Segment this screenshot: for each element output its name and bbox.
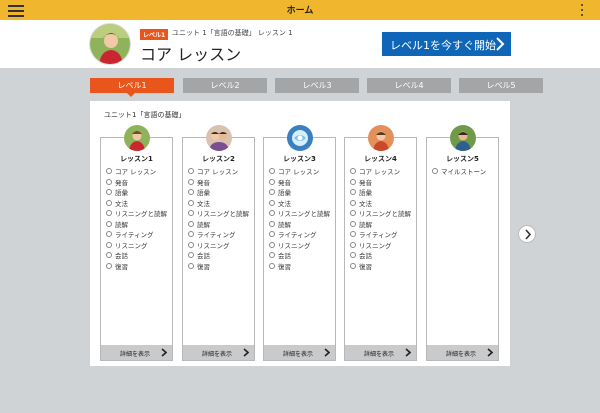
activity-item[interactable]: 会話 [350,251,411,262]
unit-title: ユニット1「言語の基礎」 [104,111,186,119]
chevron-right-icon [405,348,411,357]
lesson-name: レッスン2 [202,155,235,163]
level-badge: レベル1 [140,29,169,40]
view-details-label: 詳細を表示 [364,351,395,358]
activity-item[interactable]: ライティング [188,230,249,241]
activity-item[interactable]: 会話 [188,251,249,262]
activity-item[interactable]: コア レッスン [106,167,167,178]
lesson-name: レッスン3 [283,155,316,163]
activity-item[interactable]: 文法 [106,199,167,210]
view-details-label: 詳細を表示 [202,351,233,358]
view-details-label: 詳細を表示 [446,351,477,358]
chevron-right-icon [525,229,532,240]
lesson-card-1[interactable]: レッスン1 コア レッスン 発音 語彙 文法 リスニングと読解 読解 ライティン… [100,125,173,361]
lesson-card-2[interactable]: レッスン2 コア レッスン 発音 語彙 文法 リスニングと読解 読解 ライティン… [182,125,255,361]
activity-item[interactable]: 発音 [106,178,167,189]
activity-item[interactable]: 復習 [269,262,330,273]
chevron-right-icon [324,348,330,357]
lesson-title: コア レッスン [140,45,242,64]
chevron-right-icon [161,348,167,357]
activity-item[interactable]: 語彙 [269,188,330,199]
more-options-icon[interactable] [580,2,584,18]
activity-item[interactable]: 語彙 [106,188,167,199]
lesson-4-thumbnail [368,125,394,151]
chevron-right-icon [487,348,493,357]
lesson-3-thumbnail [287,125,313,151]
lesson-card-5[interactable]: レッスン5 マイルストーン 詳細を表示 [426,125,499,361]
lesson-5-thumbnail [450,125,476,151]
activity-item[interactable]: コア レッスン [350,167,411,178]
activity-item[interactable]: 発音 [269,178,330,189]
activity-item[interactable]: リスニングと読解 [269,209,330,220]
tab-level-5[interactable]: レベル5 [459,78,543,93]
chevron-right-icon [496,37,505,51]
activity-item[interactable]: 発音 [188,178,249,189]
activity-item[interactable]: 文法 [350,199,411,210]
activity-list: コア レッスン 発音 語彙 文法 リスニングと読解 読解 ライティング リスニン… [188,167,249,272]
lesson-2-thumbnail [206,125,232,151]
activity-list: マイルストーン [432,167,486,178]
view-details-button[interactable]: 詳細を表示 [345,345,416,360]
activity-item[interactable]: リスニングと読解 [188,209,249,220]
activity-item[interactable]: 読解 [106,220,167,231]
lesson-card-4[interactable]: レッスン4 コア レッスン 発音 語彙 文法 リスニングと読解 読解 ライティン… [344,125,417,361]
view-details-button[interactable]: 詳細を表示 [427,345,498,360]
activity-item[interactable]: リスニング [350,241,411,252]
activity-item[interactable]: 読解 [269,220,330,231]
activity-item[interactable]: リスニング [269,241,330,252]
tab-level-1[interactable]: レベル1 [90,78,174,97]
activity-item[interactable]: マイルストーン [432,167,486,178]
activity-item[interactable]: 読解 [188,220,249,231]
lesson-1-thumbnail [124,125,150,151]
view-details-button[interactable]: 詳細を表示 [101,345,172,360]
activity-item[interactable]: 復習 [188,262,249,273]
chevron-right-icon [243,348,249,357]
lesson-name: レッスン5 [446,155,479,163]
view-details-label: 詳細を表示 [120,351,151,358]
view-details-label: 詳細を表示 [283,351,314,358]
tab-level-3[interactable]: レベル3 [275,78,359,93]
activity-item[interactable]: ライティング [350,230,411,241]
next-page-button[interactable] [518,225,536,243]
start-level-button[interactable]: レベル1を今すぐ開始 [382,32,511,56]
activity-item[interactable]: コア レッスン [269,167,330,178]
activity-item[interactable]: 語彙 [188,188,249,199]
activity-item[interactable]: 文法 [188,199,249,210]
activity-item[interactable]: リスニングと読解 [350,209,411,220]
activity-item[interactable]: 復習 [106,262,167,273]
activity-item[interactable]: リスニングと読解 [106,209,167,220]
activity-item[interactable]: 語彙 [350,188,411,199]
activity-list: コア レッスン 発音 語彙 文法 リスニングと読解 読解 ライティング リスニン… [269,167,330,272]
activity-item[interactable]: ライティング [106,230,167,241]
activity-item[interactable]: 発音 [350,178,411,189]
breadcrumb: ユニット 1「言語の基礎」 レッスン 1 [172,29,293,37]
activity-item[interactable]: ライティング [269,230,330,241]
lesson-card-3[interactable]: レッスン3 コア レッスン 発音 語彙 文法 リスニングと読解 読解 ライティン… [263,125,336,361]
activity-list: コア レッスン 発音 語彙 文法 リスニングと読解 読解 ライティング リスニン… [106,167,167,272]
start-level-label: レベル1を今すぐ開始 [390,39,496,52]
tab-level-2[interactable]: レベル2 [183,78,267,93]
lesson-avatar [89,23,131,65]
lesson-name: レッスン1 [120,155,153,163]
lesson-header: レベル1 ユニット 1「言語の基礎」 レッスン 1 コア レッスン レベル1を今… [0,20,600,68]
activity-item[interactable]: リスニング [188,241,249,252]
activity-list: コア レッスン 発音 語彙 文法 リスニングと読解 読解 ライティング リスニン… [350,167,411,272]
activity-item[interactable]: 会話 [106,251,167,262]
view-details-button[interactable]: 詳細を表示 [183,345,254,360]
screen-title: ホーム [286,6,314,16]
view-details-button[interactable]: 詳細を表示 [264,345,335,360]
activity-item[interactable]: リスニング [106,241,167,252]
activity-item[interactable]: 文法 [269,199,330,210]
tab-level-4[interactable]: レベル4 [367,78,451,93]
activity-item[interactable]: 会話 [269,251,330,262]
activity-item[interactable]: 復習 [350,262,411,273]
activity-item[interactable]: 読解 [350,220,411,231]
top-bar: ホーム [0,0,600,20]
lesson-name: レッスン4 [364,155,397,163]
activity-item[interactable]: コア レッスン [188,167,249,178]
